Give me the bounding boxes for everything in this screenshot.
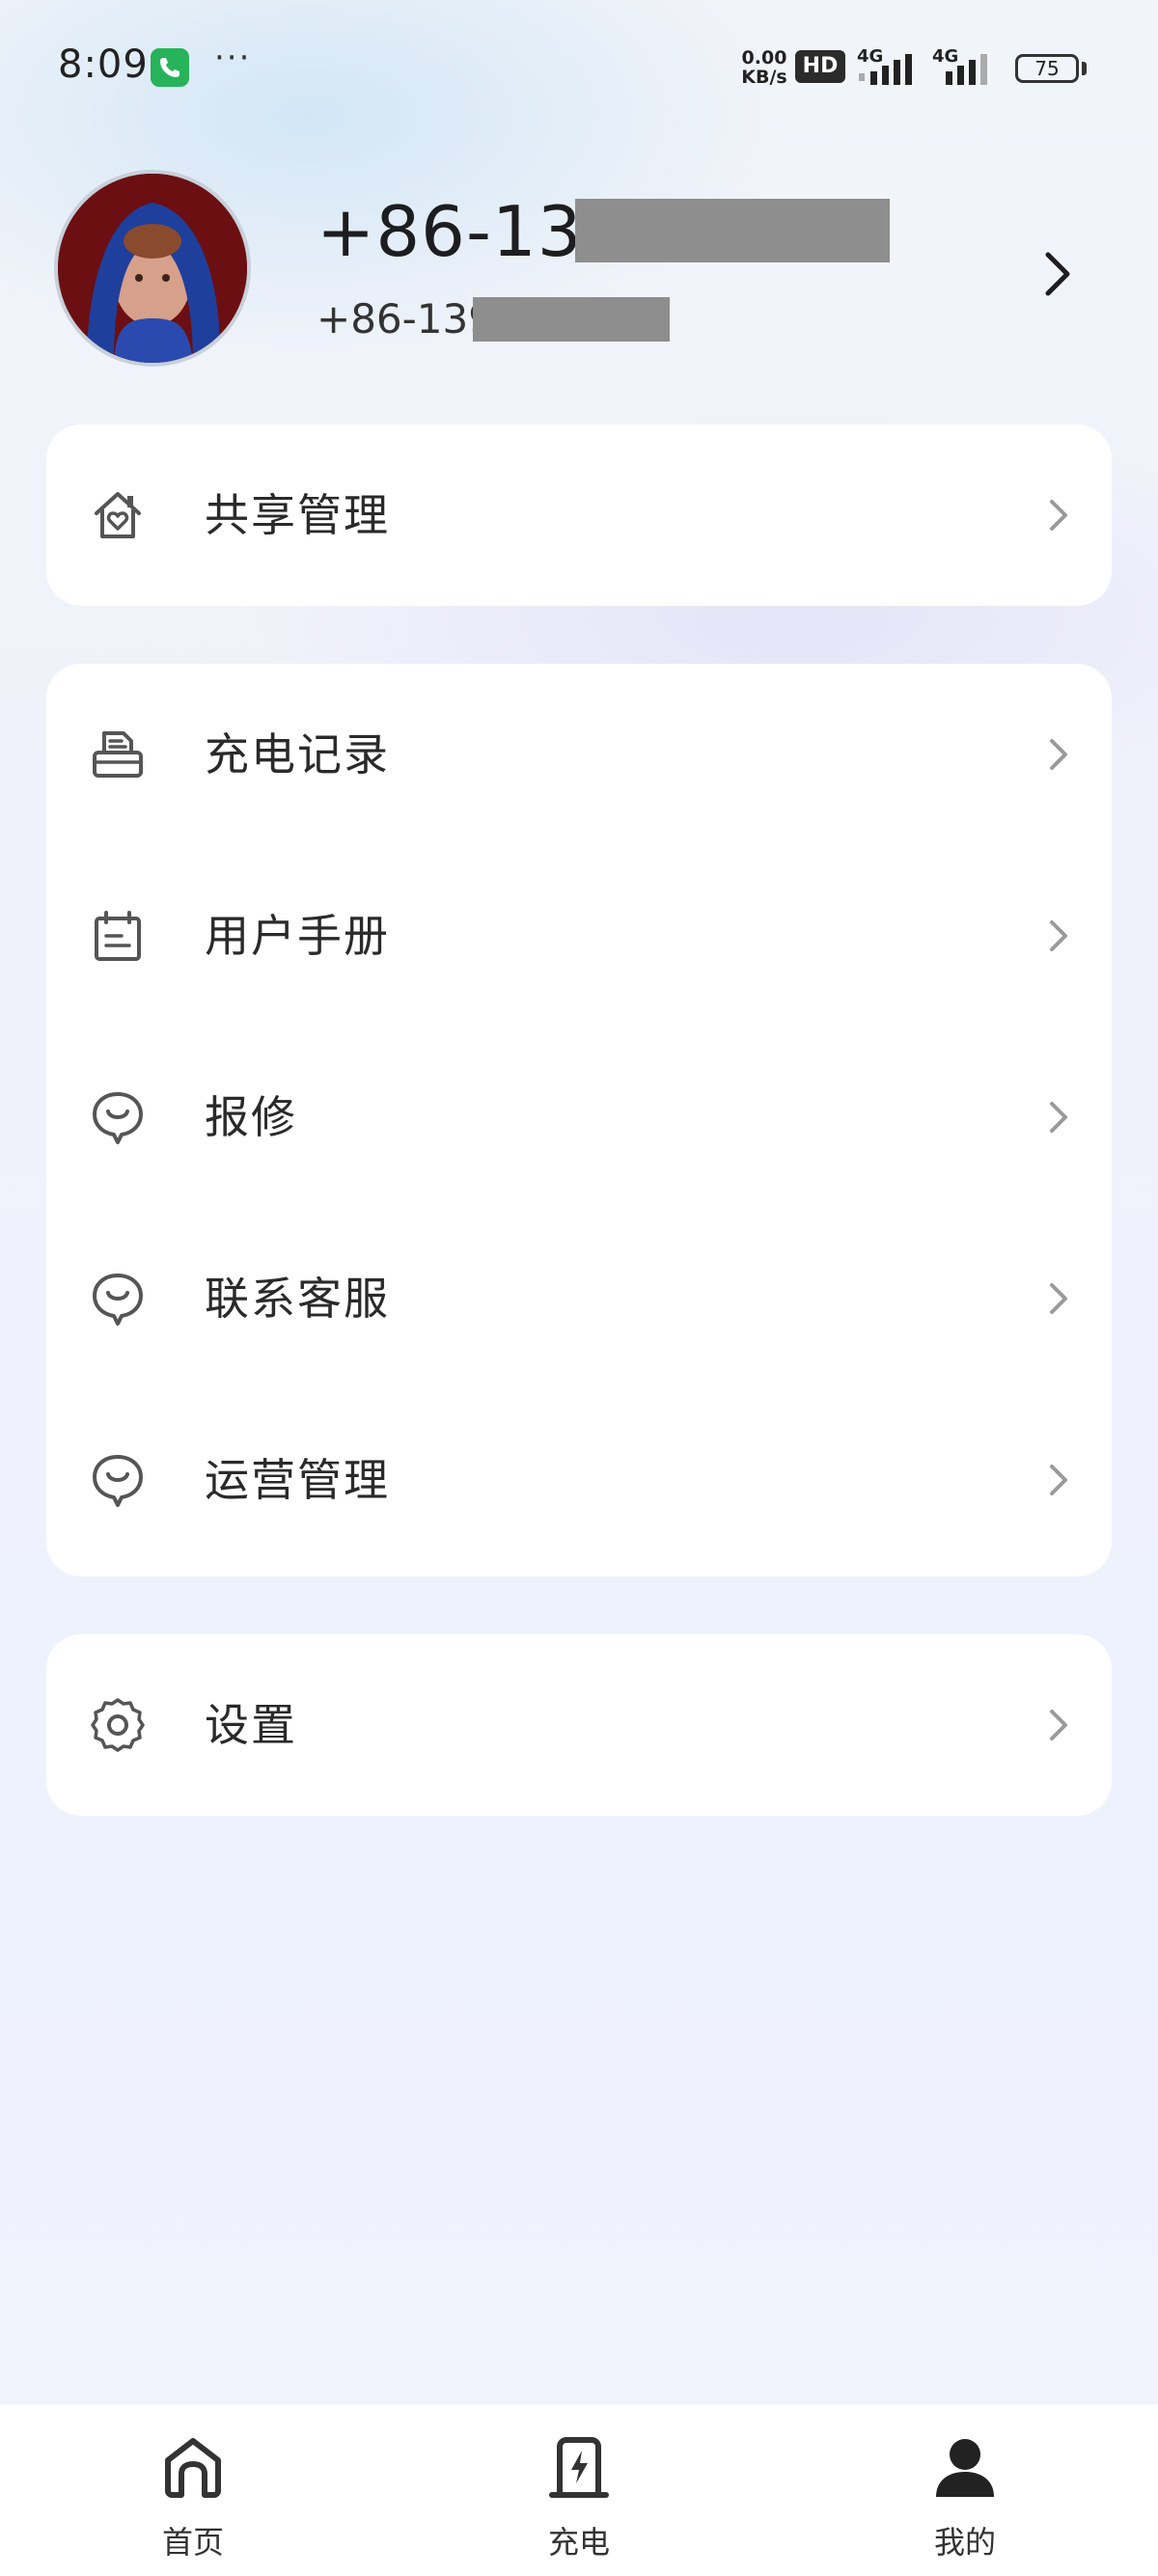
chat-smile-icon — [93, 1274, 143, 1326]
house-heart-icon — [95, 492, 141, 538]
tab-mine[interactable]: 我的 — [849, 2404, 1081, 2576]
chevron-right-icon — [1050, 1283, 1067, 1314]
signal-strength-icon-2 — [946, 54, 987, 85]
menu-item-label: 报修 — [205, 1091, 297, 1143]
hd-volte-icon: HD — [795, 50, 845, 83]
menu-card-services: 充电记录 用户手册 报修 联系客服 运营管理 — [46, 664, 1112, 1576]
menu-card-sharing: 共享管理 — [46, 425, 1112, 606]
net-speed-value: 0.00 — [741, 47, 787, 69]
battery-level: 75 — [1034, 57, 1060, 80]
menu-item-share-management[interactable]: 共享管理 — [46, 425, 1112, 606]
tab-charge-label: 充电 — [547, 2524, 610, 2561]
phone-call-icon — [151, 48, 189, 87]
chevron-right-icon — [1050, 1102, 1067, 1133]
tab-mine-label: 我的 — [933, 2524, 996, 2561]
chevron-right-icon — [1050, 1710, 1067, 1740]
bottom-nav: 首页 充电 我的 — [0, 2404, 1158, 2576]
menu-item-user-manual[interactable]: 用户手册 — [46, 845, 1112, 1027]
menu-item-label: 联系客服 — [205, 1273, 390, 1325]
status-time: 8:09 — [58, 42, 149, 87]
more-notifications-icon: ··· — [214, 39, 252, 77]
menu-item-label: 共享管理 — [205, 489, 390, 541]
home-icon — [165, 2438, 221, 2498]
tab-home-label: 首页 — [161, 2524, 224, 2561]
chevron-right-icon — [1050, 920, 1067, 951]
tab-home[interactable]: 首页 — [77, 2404, 309, 2576]
menu-item-customer-service[interactable]: 联系客服 — [46, 1208, 1112, 1389]
status-bar: 8:09 ··· 0.00 KB/s HD 4G 4G 75 — [0, 0, 1158, 135]
redaction-mask — [575, 199, 890, 262]
user-icon — [936, 2439, 994, 2497]
net-speed-unit: KB/s — [741, 67, 787, 88]
menu-item-label: 运营管理 — [205, 1454, 390, 1506]
phone-number-sub: +86-139 — [317, 295, 494, 343]
gear-icon — [91, 1698, 145, 1752]
charger-icon — [549, 2437, 609, 2498]
chevron-right-icon — [1050, 1465, 1067, 1495]
chat-smile-icon — [93, 1092, 143, 1144]
net-speed: 0.00 KB/s — [735, 48, 793, 87]
menu-item-label: 设置 — [205, 1699, 297, 1751]
menu-item-repair[interactable]: 报修 — [46, 1027, 1112, 1208]
menu-item-charging-records[interactable]: 充电记录 — [46, 664, 1112, 845]
printer-record-icon — [93, 731, 143, 778]
chevron-right-icon — [1050, 500, 1067, 531]
menu-card-settings: 设置 — [46, 1634, 1112, 1816]
signal-strength-icon — [859, 54, 912, 85]
menu-item-operations[interactable]: 运营管理 — [46, 1389, 1112, 1571]
battery-icon: 75 — [1015, 54, 1079, 83]
profile-header[interactable]: +86-139 +86-139 — [0, 164, 1158, 386]
profile-chevron-right-icon[interactable] — [1038, 245, 1077, 303]
calendar-manual-icon — [95, 911, 141, 961]
tab-charge[interactable]: 充电 — [463, 2404, 695, 2576]
redaction-mask-sub — [473, 297, 670, 342]
menu-item-label: 充电记录 — [205, 728, 390, 781]
battery-tip — [1082, 62, 1087, 75]
menu-item-label: 用户手册 — [205, 910, 390, 962]
menu-item-settings[interactable]: 设置 — [46, 1634, 1112, 1816]
avatar[interactable] — [54, 170, 251, 367]
chat-smile-icon — [93, 1455, 143, 1507]
chevron-right-icon — [1050, 739, 1067, 770]
avatar-image — [58, 174, 247, 363]
